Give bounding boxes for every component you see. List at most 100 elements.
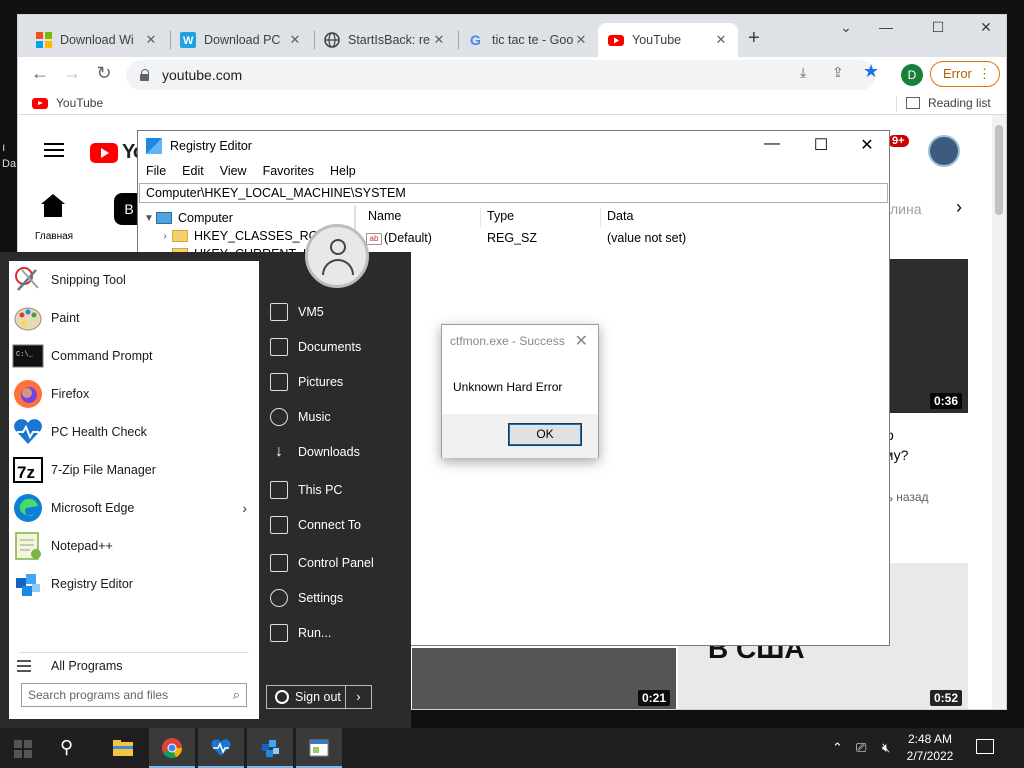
desktop-icon-label[interactable]: Da [2, 158, 16, 170]
home-label[interactable]: Главная [35, 231, 73, 242]
start-item-snipping-tool[interactable]: Snipping Tool [9, 262, 259, 298]
close-tab-icon[interactable]: ✕ [714, 32, 728, 48]
chevron-up-icon[interactable]: ⌃ [832, 740, 843, 756]
network-icon[interactable]: ⎚ [856, 740, 866, 756]
menu-favorites[interactable]: Favorites [255, 162, 322, 182]
start-place-vm5[interactable]: VM5 [270, 301, 410, 323]
volume-muted-icon[interactable]: 🔇︎ [882, 740, 890, 756]
menu-view[interactable]: View [212, 162, 255, 182]
start-place-settings[interactable]: Settings [270, 587, 410, 609]
notification-badge[interactable]: 9+ [888, 135, 909, 147]
column-divider[interactable] [600, 207, 601, 227]
chip-partial[interactable]: лина [890, 201, 922, 217]
back-icon[interactable]: ← [28, 63, 52, 84]
start-place-connect-to[interactable]: Connect To [270, 514, 410, 536]
home-icon[interactable] [41, 194, 65, 217]
taskbar-chrome[interactable] [149, 728, 195, 768]
start-place-this-pc[interactable]: This PC [270, 479, 410, 501]
start-place-music[interactable]: Music [270, 406, 410, 428]
video-thumbnail[interactable]: 0:21 [412, 648, 676, 709]
close-tab-icon[interactable]: ✕ [144, 32, 158, 48]
start-button[interactable] [14, 740, 32, 758]
dialog-title: ctfmon.exe - Success [450, 334, 565, 348]
column-divider[interactable] [480, 207, 481, 227]
reload-icon[interactable]: ↻ [92, 63, 116, 84]
tab-search-icon[interactable]: ⌄ [826, 19, 866, 36]
scroll-thumb[interactable] [995, 125, 1003, 215]
notification-center-icon[interactable] [976, 739, 994, 754]
shutdown-options-icon[interactable]: › [345, 686, 371, 708]
svg-text:W: W [183, 35, 194, 47]
start-item-7zip[interactable]: 7z 7-Zip File Manager [9, 452, 259, 488]
reading-list-button[interactable]: Reading list [906, 96, 991, 110]
chevron-right-icon[interactable]: › [158, 231, 172, 242]
menu-help[interactable]: Help [322, 162, 364, 182]
maximize-button[interactable]: ☐ [801, 135, 841, 155]
taskbar-pc-health-check[interactable] [198, 728, 244, 768]
column-header-data[interactable]: Data [607, 209, 633, 223]
tab-youtube[interactable]: YouTube ✕ [598, 23, 738, 57]
user-avatar[interactable] [305, 224, 369, 288]
start-item-firefox[interactable]: Firefox [9, 376, 259, 412]
profile-avatar[interactable]: D [901, 64, 923, 86]
chevron-down-icon[interactable]: ▼ [142, 213, 156, 224]
user-folder-icon [270, 303, 288, 321]
close-tab-icon[interactable]: ✕ [574, 32, 588, 48]
address-bar[interactable]: youtube.com [126, 60, 876, 90]
hamburger-menu-icon[interactable] [44, 143, 64, 157]
value-name[interactable]: ab (Default) [366, 231, 432, 245]
menu-file[interactable]: File [138, 162, 174, 182]
page-scrollbar[interactable] [992, 115, 1006, 709]
address-field[interactable]: Computer\HKEY_LOCAL_MACHINE\SYSTEM [139, 183, 888, 203]
forward-icon[interactable]: → [60, 63, 84, 84]
start-place-control-panel[interactable]: Control Panel [270, 552, 410, 574]
tab-google-search[interactable]: G tic tac te - Goo ✕ [458, 23, 598, 57]
bookmark-youtube[interactable]: YouTube [32, 96, 103, 110]
close-button[interactable]: ✕ [847, 135, 887, 155]
system-clock[interactable]: 2:48 AM 2/7/2022 [900, 731, 960, 765]
start-place-downloads[interactable]: ↓ Downloads [270, 441, 410, 463]
search-icon[interactable]: ⚲ [60, 737, 73, 758]
taskbar-app-window[interactable] [296, 728, 342, 768]
tab-startisback[interactable]: StartIsBack: re ✕ [314, 23, 456, 57]
close-button[interactable]: ✕ [966, 19, 1006, 36]
start-item-paint[interactable]: Paint [9, 300, 259, 336]
start-item-microsoft-edge[interactable]: Microsoft Edge › [9, 490, 259, 526]
start-item-pc-health-check[interactable]: PC Health Check [9, 414, 259, 450]
chevron-right-icon[interactable]: › [956, 197, 962, 218]
new-tab-button[interactable]: + [748, 27, 760, 50]
ok-button[interactable]: OK [508, 423, 582, 446]
close-tab-icon[interactable]: ✕ [432, 32, 446, 48]
tab-download-windows[interactable]: Download Wi ✕ [26, 23, 168, 57]
start-place-pictures[interactable]: Pictures [270, 371, 410, 393]
start-item-registry-editor[interactable]: Registry Editor [9, 566, 259, 602]
minimize-button[interactable]: — [752, 135, 792, 153]
maximize-button[interactable]: ☐ [918, 19, 958, 36]
start-item-command-prompt[interactable]: C:\_ Command Prompt [9, 338, 259, 374]
error-button[interactable]: Error ⋮ [930, 61, 1000, 87]
close-tab-icon[interactable]: ✕ [288, 32, 302, 48]
taskbar-file-explorer[interactable] [100, 728, 146, 768]
start-search-input[interactable]: Search programs and files ⌕ [21, 683, 247, 707]
all-programs-button[interactable]: All Programs [17, 659, 123, 673]
minimize-button[interactable]: — [866, 19, 906, 35]
tree-item-computer[interactable]: ▼ Computer [142, 209, 233, 227]
start-item-notepadpp[interactable]: Notepad++ [9, 528, 259, 564]
column-header-type[interactable]: Type [487, 209, 514, 223]
install-icon[interactable]: ⤓ [800, 64, 806, 81]
sign-out-button[interactable]: Sign out › [266, 685, 372, 709]
bookmark-star-icon[interactable]: ★ [863, 61, 879, 82]
share-icon[interactable]: ⇪ [832, 64, 844, 81]
taskbar-registry-editor[interactable] [247, 728, 293, 768]
start-place-run[interactable]: Run... [270, 622, 410, 644]
column-header-name[interactable]: Name [368, 209, 401, 223]
pictures-icon [270, 373, 288, 391]
menu-edit[interactable]: Edit [174, 162, 212, 182]
youtube-logo[interactable]: Yo [90, 141, 145, 164]
start-place-documents[interactable]: Documents [270, 336, 410, 358]
chevron-right-icon[interactable]: › [242, 500, 247, 516]
tab-download-pc[interactable]: W Download PC ✕ [170, 23, 312, 57]
firefox-icon [12, 378, 44, 410]
channel-avatar[interactable] [928, 135, 960, 167]
close-icon[interactable]: ✕ [575, 331, 588, 351]
